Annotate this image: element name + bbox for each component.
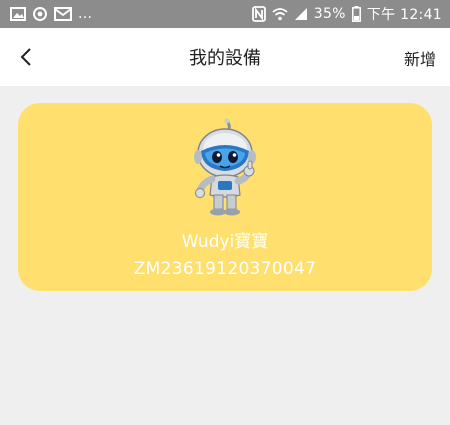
- status-right: 35% 下午 12:41: [251, 4, 442, 24]
- wifi-icon: [272, 7, 288, 21]
- signal-icon: [294, 7, 308, 21]
- add-device-button[interactable]: 新增: [404, 46, 436, 70]
- power-icon: [32, 6, 48, 22]
- status-left: ...: [10, 6, 92, 22]
- app-header: 我的設備 新增: [0, 28, 450, 86]
- more-notifications: ...: [78, 6, 93, 22]
- mail-icon: [54, 7, 72, 21]
- battery-percent: 35%: [313, 6, 346, 22]
- nfc-icon: [251, 6, 266, 22]
- page-title: 我的設備: [189, 48, 261, 69]
- clock: 下午 12:41: [366, 7, 442, 23]
- image-icon: [10, 7, 26, 21]
- device-card[interactable]: Wudyi寶寶 ZM23619120370047: [18, 103, 432, 291]
- back-button[interactable]: [14, 44, 38, 70]
- back-chevron-icon: [20, 48, 31, 66]
- device-name: Wudyi寶寶: [181, 232, 269, 252]
- status-bar: ... 35% 下午 12:41: [0, 0, 450, 28]
- robot-avatar: [190, 117, 260, 217]
- battery-icon: [351, 6, 361, 22]
- device-serial: ZM23619120370047: [133, 259, 317, 279]
